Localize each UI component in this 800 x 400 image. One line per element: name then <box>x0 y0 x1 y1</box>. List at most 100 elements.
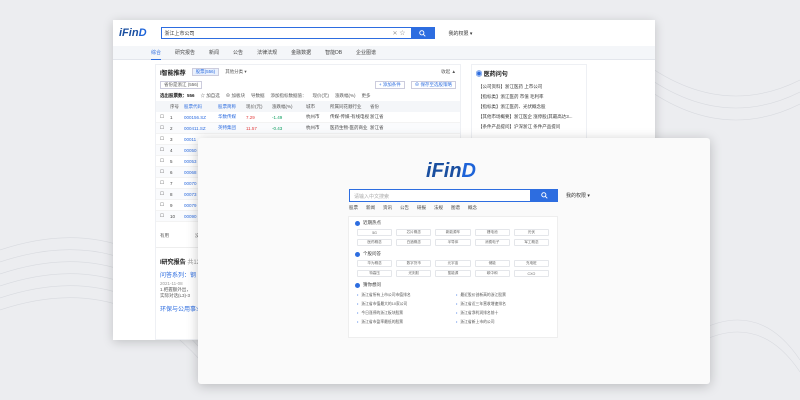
filter-chip-stock[interactable]: 股票(556) <box>191 68 220 76</box>
search-icon <box>540 192 548 199</box>
topic-chip[interactable]: 特高压 <box>357 270 393 277</box>
topic-chip[interactable]: 医药概念 <box>357 239 393 246</box>
quick-link-7[interactable]: 概念 <box>468 205 477 211</box>
topic-chip[interactable]: 碳中和 <box>474 270 510 277</box>
quick-link-3[interactable]: 公告 <box>400 205 409 211</box>
nav-tab-0[interactable]: 综合 <box>151 46 162 60</box>
quick-link-5[interactable]: 法规 <box>434 205 443 211</box>
row-checkbox[interactable]: ☐ <box>160 202 170 208</box>
row-checkbox[interactable]: ☐ <box>160 147 170 153</box>
topic-chip[interactable]: 锂电池 <box>474 229 510 236</box>
topic-chip[interactable]: 芯片概念 <box>396 229 432 236</box>
stock-code[interactable]: 000411.SZ <box>184 126 218 131</box>
recommend-item[interactable]: 浙江省近三年营收增速排名 <box>456 300 549 308</box>
row-checkbox[interactable]: ☐ <box>160 213 170 219</box>
quick-link-4[interactable]: 研报 <box>417 205 426 211</box>
topic-chip[interactable]: 数字货币 <box>396 260 432 267</box>
stock-name[interactable]: 英特集团 <box>218 125 246 131</box>
topic-chip[interactable]: CXO <box>513 270 549 277</box>
star-icon[interactable]: ☆ <box>399 29 405 37</box>
toolbar-item-0[interactable]: ☆ 加自选 <box>201 93 220 99</box>
collapse-button[interactable]: 收起 ▲ <box>441 69 456 75</box>
column-header[interactable]: 序号 <box>170 104 184 110</box>
back-nav: 综合 研究报告 新闻 公告 法律法规 金融数据 智能DB 企业图谱 <box>113 46 655 60</box>
nav-tab-4[interactable]: 法律法规 <box>257 46 277 60</box>
front-search-box[interactable]: 请输入中文搜索 <box>349 189 558 202</box>
nav-tab-7[interactable]: 企业图谱 <box>356 46 376 60</box>
row-checkbox[interactable]: ☐ <box>160 158 170 164</box>
quick-link-6[interactable]: 图谱 <box>451 205 460 211</box>
column-header[interactable]: 股票代码 <box>184 104 218 110</box>
topic-chip[interactable]: 白酒概念 <box>396 239 432 246</box>
front-user-menu[interactable]: 我的权限 ▾ <box>566 192 590 199</box>
quick-link-0[interactable]: 股票 <box>349 205 358 211</box>
nav-tab-6[interactable]: 智能DB <box>325 46 342 60</box>
filter-other[interactable]: 其他分类 ▾ <box>225 69 247 75</box>
topic-chip[interactable]: 华为概念 <box>357 260 393 267</box>
recommend-item[interactable]: 浙江省新上市的公司 <box>456 318 549 326</box>
toolbar-item-4[interactable]: 现价(元) <box>313 93 330 99</box>
topic-chip[interactable]: 充电桩 <box>513 260 549 267</box>
toolbar-item-2[interactable]: 导数据 <box>251 93 265 99</box>
back-search-button[interactable] <box>410 27 435 39</box>
row-number: 6 <box>170 169 173 175</box>
nav-tab-1[interactable]: 研究报告 <box>175 46 195 60</box>
topic-chip[interactable]: 新能源车 <box>435 229 471 236</box>
topic-chip[interactable]: 元宇宙 <box>435 260 471 267</box>
row-checkbox[interactable]: ☐ <box>160 169 170 175</box>
column-header[interactable]: 现价(元) <box>246 104 272 110</box>
row-checkbox[interactable]: ☐ <box>160 136 170 142</box>
topic-chip[interactable]: 氢能源 <box>435 270 471 277</box>
clear-icon[interactable]: ✕ <box>392 30 397 37</box>
add-condition-button[interactable]: + 添加条件 <box>374 80 405 89</box>
toolbar-item-5[interactable]: 涨跌幅(%) <box>335 93 356 99</box>
recommend-item[interactable]: 今日涨停的浙江板块股票 <box>357 309 450 317</box>
topic-chip[interactable]: 光刻胶 <box>396 270 432 277</box>
column-header[interactable]: 涨跌幅(%) <box>272 104 306 110</box>
side-question-item[interactable]: 【条件产品提问】沪深浙江 条件产品提问 <box>472 122 586 132</box>
side-question-item[interactable]: 【指标类】浙江医药、光伏概念股 <box>472 102 586 112</box>
nav-tab-2[interactable]: 新闻 <box>209 46 219 60</box>
side-question-item[interactable]: 【指标类】浙江医药 市值 毛利率 <box>472 92 586 102</box>
front-search-button[interactable] <box>530 189 558 202</box>
recommend-item[interactable]: 最近股价创新高的浙江股票 <box>456 291 549 299</box>
recommend-item[interactable]: 浙江省市盈率最低的股票 <box>357 318 450 326</box>
column-header[interactable]: 城市 <box>306 104 330 110</box>
table-row[interactable]: ☐ 2 000411.SZ 英特集团 11.57 -0.43 杭州市 医药生物-医药商业 浙江省 <box>156 123 460 134</box>
back-search-box[interactable]: 浙江上市公司 ✕ ☆ <box>160 27 435 39</box>
topic-chip[interactable]: 半导体 <box>435 239 471 246</box>
nav-tab-5[interactable]: 金融数据 <box>291 46 311 60</box>
toolbar-item-1[interactable]: ⊕ 加板块 <box>226 93 245 99</box>
front-search-input[interactable]: 请输入中文搜索 <box>354 193 389 200</box>
row-checkbox[interactable]: ☐ <box>160 191 170 197</box>
nav-tab-3[interactable]: 公告 <box>233 46 243 60</box>
column-header[interactable]: 省份 <box>370 104 394 110</box>
row-checkbox[interactable]: ☐ <box>160 125 170 131</box>
side-question-item[interactable]: 【公司资料】浙江医药 上市公司 <box>472 82 586 92</box>
recommend-item[interactable]: 浙江省所有上市公司市值排名 <box>357 291 450 299</box>
recommend-item[interactable]: 浙江省净利润排名前十 <box>456 309 549 317</box>
toolbar-item-6[interactable]: 更多 <box>362 93 371 99</box>
table-row[interactable]: ☐ 1 000156.SZ 华数传媒 7.29 -1.49 杭州市 传媒-传媒-有线电视 浙江省 <box>156 112 460 123</box>
section-title: 个股问答 <box>349 248 557 258</box>
quick-link-1[interactable]: 新闻 <box>366 205 375 211</box>
quick-link-2[interactable]: 资讯 <box>383 205 392 211</box>
back-user-menu[interactable]: 我的权限 ▾ <box>449 30 473 37</box>
column-header[interactable]: 股票简称 <box>218 104 246 110</box>
save-strategy-button[interactable]: ⊕ 保存至选股策略 <box>410 80 456 89</box>
stock-code[interactable]: 000156.SZ <box>184 115 218 120</box>
topic-chip[interactable]: 消费电子 <box>474 239 510 246</box>
stock-name[interactable]: 华数传媒 <box>218 114 246 120</box>
topic-chip[interactable]: 5G <box>357 229 393 236</box>
feedback-useful[interactable]: 有用 <box>160 233 169 239</box>
side-question-item[interactable]: 【其他市场概要】浙江医企 涨停股(其最高达3... <box>472 112 586 122</box>
topic-chip[interactable]: 光伏 <box>513 229 549 236</box>
column-header[interactable]: 所属同花顺行业 <box>330 104 370 110</box>
row-checkbox[interactable]: ☐ <box>160 180 170 186</box>
topic-chip[interactable]: 储能 <box>474 260 510 267</box>
toolbar-item-3[interactable]: 添加指标数据值： <box>271 93 307 99</box>
row-checkbox[interactable]: ☐ <box>160 114 170 120</box>
condition-tag[interactable]: 省份是浙江 (556) <box>160 80 203 89</box>
topic-chip[interactable]: 军工概念 <box>513 239 549 246</box>
recommend-item[interactable]: 浙江省市值最大的10家公司 <box>357 300 450 308</box>
